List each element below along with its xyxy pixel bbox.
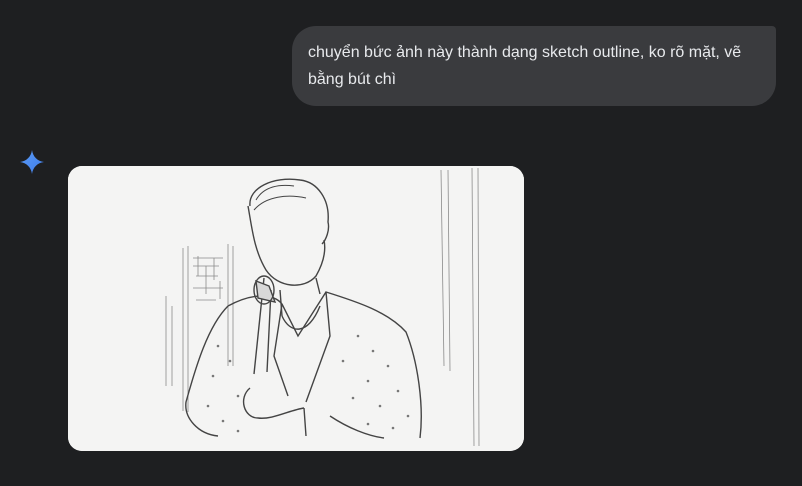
user-message-bubble: chuyển bức ảnh này thành dạng sketch out… xyxy=(292,26,776,106)
pencil-sketch-drawing xyxy=(68,166,524,451)
generated-sketch-image[interactable] xyxy=(68,166,524,451)
user-message-text: chuyển bức ảnh này thành dạng sketch out… xyxy=(308,44,742,88)
chat-thread: chuyển bức ảnh này thành dạng sketch out… xyxy=(0,0,802,486)
gemini-spark-icon xyxy=(20,150,44,174)
